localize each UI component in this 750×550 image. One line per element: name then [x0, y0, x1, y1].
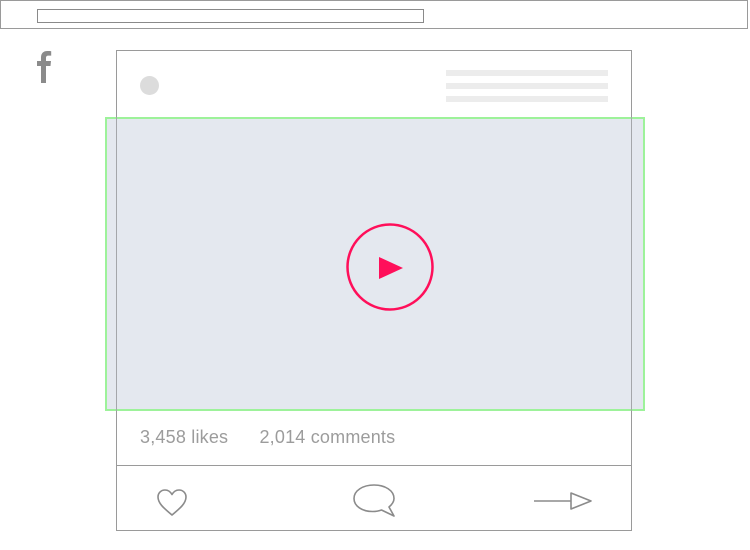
heart-icon	[157, 489, 187, 516]
comments-count[interactable]: 2,014 comments	[259, 427, 395, 448]
header-text-line	[446, 70, 608, 76]
avatar[interactable]	[140, 76, 159, 95]
like-button[interactable]	[155, 486, 189, 518]
address-bar[interactable]	[37, 9, 424, 23]
play-button[interactable]	[346, 223, 434, 311]
arrow-right-icon	[534, 492, 592, 510]
post-header-placeholder	[446, 70, 608, 109]
header-text-line	[446, 96, 608, 102]
speech-bubble-icon	[353, 484, 395, 517]
browser-top-bar	[0, 0, 748, 29]
actions-divider	[116, 465, 632, 466]
comment-button[interactable]	[350, 482, 398, 518]
play-icon	[346, 223, 434, 311]
share-button[interactable]	[533, 490, 593, 512]
header-text-line	[446, 83, 608, 89]
post-stats: 3,458 likes 2,014 comments	[140, 427, 395, 449]
likes-count[interactable]: 3,458 likes	[140, 427, 228, 448]
facebook-f-icon	[33, 48, 57, 84]
